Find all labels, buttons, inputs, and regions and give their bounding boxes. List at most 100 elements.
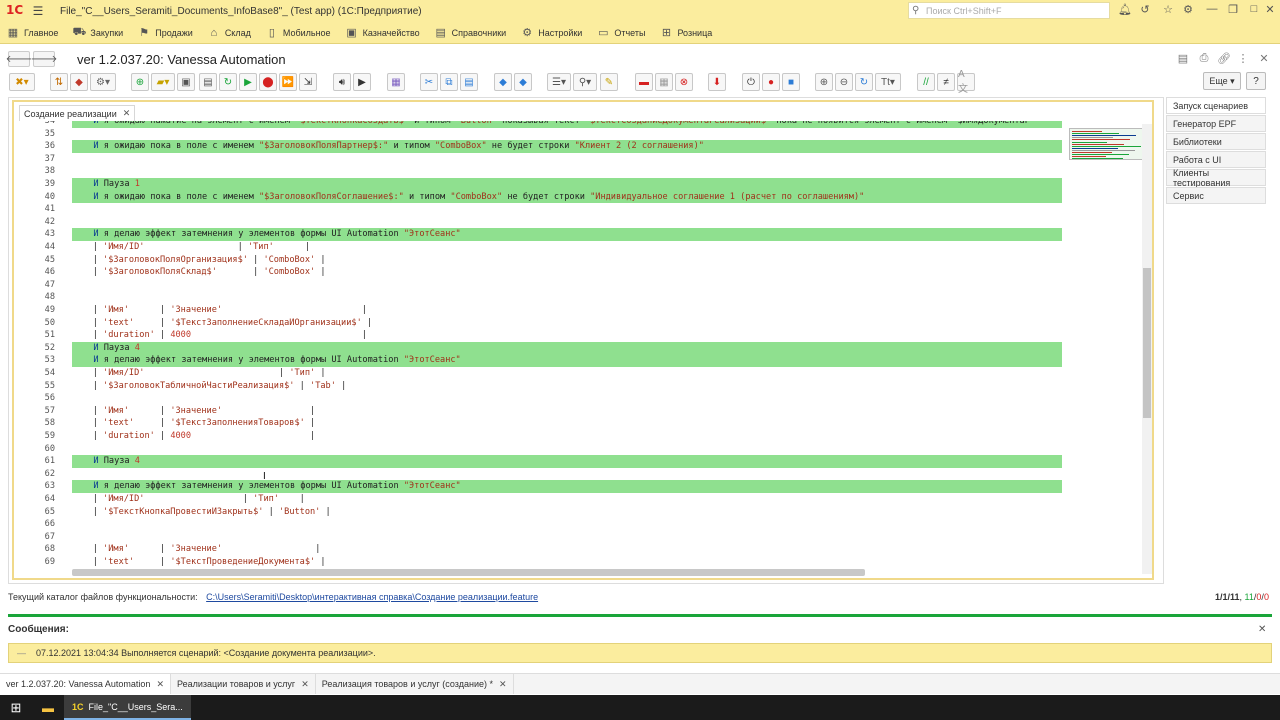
cut-icon[interactable]: ✂ <box>420 73 438 91</box>
sidebar-item-epf[interactable]: Генератор EPF <box>1166 115 1266 132</box>
clean-icon[interactable]: ✎ <box>600 73 618 91</box>
open-folder-button[interactable]: ▰▾ <box>151 73 175 91</box>
code-line[interactable]: 55 | '$ЗаголовокТабличнойЧастиРеализация… <box>13 380 1062 393</box>
code-line[interactable]: 49 | 'Имя' | 'Значение' | <box>13 304 1062 317</box>
export-icon[interactable]: ▦ <box>387 73 405 91</box>
sidebar-item-run[interactable]: Запуск сценариев <box>1166 97 1266 114</box>
close-icon[interactable]: ✕ <box>499 679 507 690</box>
catalog-path-link[interactable]: C:\Users\Seramiti\Desktop\интерактивная … <box>206 592 538 602</box>
run-icon[interactable]: ▶ <box>239 73 257 91</box>
section-item[interactable]: ▭ Отчеты <box>590 22 653 44</box>
zoom-in-icon[interactable]: ⊕ <box>815 73 833 91</box>
section-item[interactable]: ⚙ Настройки <box>514 22 590 44</box>
section-item[interactable]: ▦ Главное <box>0 22 66 44</box>
code-line[interactable]: 36 И я ожидаю пока в поле с именем "$Заг… <box>13 140 1062 153</box>
zoom-out-icon[interactable]: ⊖ <box>835 73 853 91</box>
close-icon[interactable]: ✕ <box>1262 3 1278 19</box>
prev-icon[interactable]: ◆ <box>494 73 512 91</box>
section-item[interactable]: ▣ Казначейство <box>339 22 428 44</box>
power-icon[interactable]: ⏻ <box>742 73 760 91</box>
save-icon[interactable]: ▤ <box>1176 52 1190 66</box>
paste-icon[interactable]: ▤ <box>460 73 478 91</box>
uncomment-icon[interactable]: ≠ <box>937 73 955 91</box>
save-as-icon[interactable]: ▤ <box>199 73 217 91</box>
section-item[interactable]: ⛟ Закупки <box>66 22 131 44</box>
code-line[interactable]: 46 | '$ЗаголовокПоляСклад$' | 'ComboBox'… <box>13 266 1062 279</box>
code-line[interactable]: 50 | 'text' | '$ТекстЗаполнениеСкладаИОр… <box>13 317 1062 330</box>
code-line[interactable]: 67 <box>13 531 1062 544</box>
vertical-scrollbar[interactable] <box>1142 124 1152 574</box>
horizontal-scrollbar[interactable] <box>72 569 865 576</box>
section-item[interactable]: ⚑ Продажи <box>131 22 201 44</box>
run-all-icon[interactable]: ⏩ <box>279 73 297 91</box>
record-icon[interactable]: ● <box>762 73 780 91</box>
section-item[interactable]: ▯ Мобильное <box>259 22 339 44</box>
settings-dropdown-button[interactable]: ⚙▾ <box>90 73 116 91</box>
code-line[interactable]: 51 | 'duration' | 4000 | <box>13 329 1062 342</box>
code-line[interactable]: 45 | '$ЗаголовокПоляОрганизация$' | 'Com… <box>13 254 1062 267</box>
break-icon[interactable]: ▬ <box>635 73 653 91</box>
code-line[interactable]: 38 <box>13 165 1062 178</box>
explorer-icon[interactable]: ▬ <box>32 695 64 720</box>
more-button[interactable]: Еще ▾ <box>1203 72 1241 90</box>
close-icon[interactable]: ✕ <box>1258 624 1266 635</box>
code-line[interactable]: 47 <box>13 279 1062 292</box>
font-dropdown-button[interactable]: Tt▾ <box>875 73 901 91</box>
code-line[interactable]: 60 <box>13 443 1062 456</box>
link-icon[interactable]: 🔗︎ <box>1217 52 1231 66</box>
code-line[interactable]: 40 И я ожидаю пока в поле с именем "$Заг… <box>13 190 1062 204</box>
close-icon[interactable]: ✕ <box>156 679 164 690</box>
video-icon[interactable]: ▶︎ <box>353 73 371 91</box>
windows-start-icon[interactable]: ⊞ <box>0 695 32 720</box>
section-item[interactable]: ⌂ Склад <box>201 22 259 44</box>
print-icon[interactable]: ⎙ <box>1197 52 1211 66</box>
list-dropdown-button[interactable]: ☰▾ <box>547 73 571 91</box>
sidebar-item-ui[interactable]: Работа с UI <box>1166 151 1266 168</box>
kebab-menu-icon[interactable]: ⋮ <box>1236 52 1250 66</box>
back-button[interactable]: 🡐 <box>6 51 32 67</box>
close-form-icon[interactable]: ✕ <box>1257 52 1271 66</box>
code-line[interactable]: 69 | 'text' | '$ТекстПроведениеДокумента… <box>13 556 1062 569</box>
history-icon[interactable]: ↺ <box>1137 3 1153 19</box>
sidebar-item-libraries[interactable]: Библиотеки <box>1166 133 1266 150</box>
maximize-icon[interactable]: □ <box>1246 3 1262 19</box>
code-line[interactable]: 52 И Пауза 4 <box>13 341 1062 355</box>
code-line[interactable]: 43 И я делаю эффект затемнения у элемент… <box>13 228 1062 241</box>
code-line[interactable]: 56 <box>13 392 1062 405</box>
copy-icon[interactable]: ⧉ <box>440 73 458 91</box>
next-icon[interactable]: ◆ <box>514 73 532 91</box>
download-icon[interactable]: ⬇ <box>708 73 726 91</box>
code-line[interactable]: 44 | 'Имя/ID' | 'Тип' | <box>13 241 1062 254</box>
save-file-icon[interactable]: ▣ <box>177 73 195 91</box>
star-icon[interactable]: ☆ <box>1160 3 1176 19</box>
search-input[interactable]: ⚲ Поиск Ctrl+Shift+F <box>908 2 1110 19</box>
code-line[interactable]: 41 <box>13 203 1062 216</box>
table-icon[interactable]: ▦ <box>655 73 673 91</box>
window-tab[interactable]: ver 1.2.037.20: Vanessa Automation ✕ <box>0 674 171 694</box>
taskbar-app[interactable]: 1С File_"C__Users_Sera... <box>64 695 191 720</box>
code-line[interactable]: 39 И Пауза 1 <box>13 178 1062 191</box>
menu-icon[interactable]: ☰ <box>28 2 48 20</box>
forward-button[interactable]: 🡒 <box>31 51 57 67</box>
code-editor[interactable]: 34 И я ожидаю нажатие на элемент с имене… <box>13 121 1062 571</box>
step-icon[interactable]: ⇲ <box>299 73 317 91</box>
close-icon[interactable]: ✕ <box>301 679 309 690</box>
code-line[interactable]: 65 | '$ТекстКнопкаПровестиИЗакрыть$' | '… <box>13 506 1062 519</box>
code-line[interactable]: 62 <box>13 468 1062 481</box>
code-line[interactable]: 63 И я делаю эффект затемнения у элемент… <box>13 480 1062 493</box>
sidebar-item-clients[interactable]: Клиенты тестирования <box>1166 168 1266 188</box>
code-line[interactable]: 64 | 'Имя/ID' | 'Тип' | <box>13 493 1062 506</box>
sound-icon[interactable]: 🔊︎ <box>333 73 351 91</box>
code-line[interactable]: 48 <box>13 291 1062 304</box>
section-item[interactable]: ⊞ Розница <box>653 22 720 44</box>
code-line[interactable]: 57 | 'Имя' | 'Значение' | <box>13 405 1062 418</box>
bell-icon[interactable]: 🔔︎ <box>1117 3 1133 19</box>
code-line[interactable]: 68 | 'Имя' | 'Значение' | <box>13 543 1062 556</box>
load-icon[interactable]: ⇅ <box>50 73 68 91</box>
stop-record-icon[interactable]: ■ <box>782 73 800 91</box>
code-line[interactable]: 42 <box>13 216 1062 229</box>
code-line[interactable]: 54 | 'Имя/ID' | 'Тип' | <box>13 367 1062 380</box>
add-icon[interactable]: ⊕ <box>131 73 149 91</box>
code-line[interactable]: 66 <box>13 518 1062 531</box>
code-line[interactable]: 37 <box>13 153 1062 166</box>
